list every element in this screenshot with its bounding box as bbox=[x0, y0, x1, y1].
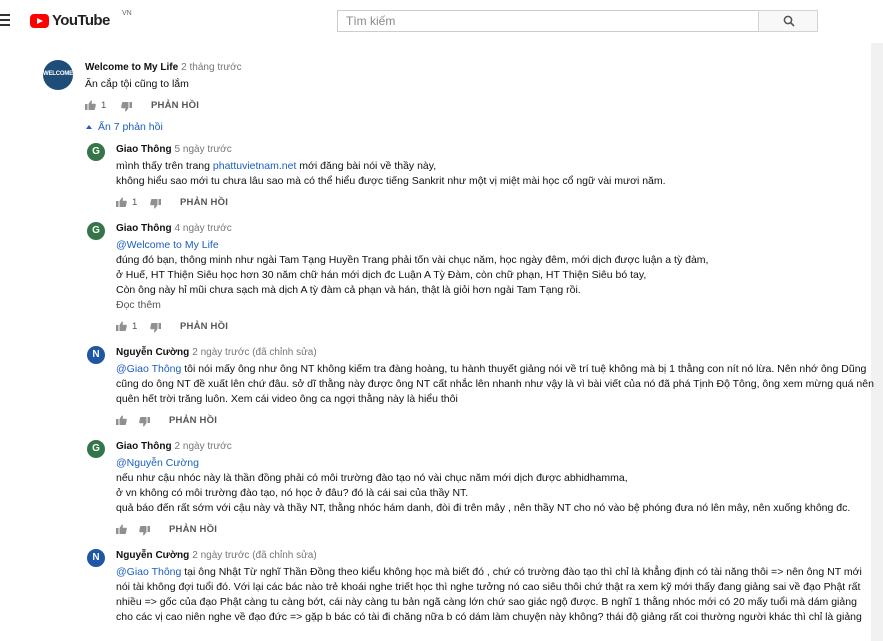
youtube-play-icon bbox=[30, 14, 49, 28]
comment-text: @Welcome to My Life đúng đó bạn, thông m… bbox=[116, 238, 708, 298]
search-button[interactable] bbox=[758, 10, 818, 32]
dislike-icon[interactable] bbox=[150, 199, 161, 209]
comment-header: Giao Thông 5 ngày trước bbox=[116, 144, 232, 155]
author-name[interactable]: Giao Thông bbox=[116, 441, 172, 452]
comment-line: @Giao Thông tôi nói mấy ông như ông NT k… bbox=[116, 363, 867, 375]
author-name[interactable]: Giao Thông bbox=[116, 223, 172, 234]
comment-text: @Giao Thông tôi nói mấy ông như ông NT k… bbox=[116, 362, 874, 407]
comment-text: @Nguyễn Cường nếu như cậu nhóc này là th… bbox=[116, 456, 850, 516]
timestamp[interactable]: 5 ngày trước bbox=[175, 144, 232, 155]
timestamp[interactable]: 4 ngày trước bbox=[175, 223, 232, 234]
comment-line: cũng do ông NT đề xuất lên chứ đâu. sở d… bbox=[116, 378, 874, 390]
chevron-up-icon bbox=[86, 125, 92, 129]
timestamp[interactable]: 2 ngày trước bbox=[175, 441, 232, 452]
comment-actions: PHẢN HỒI bbox=[116, 524, 246, 538]
comment-line: ở Huế, HT Thiện Siêu học hơn 30 năm chữ … bbox=[116, 269, 647, 281]
menu-icon[interactable] bbox=[0, 14, 10, 26]
avatar[interactable]: WELCOME bbox=[43, 60, 73, 90]
comment-line: nói tài không đợi tuổi đó. Với lại các b… bbox=[116, 581, 861, 593]
avatar[interactable]: G bbox=[87, 143, 105, 161]
hide-replies-toggle[interactable]: Ẩn 7 phản hồi bbox=[86, 121, 163, 133]
like-icon[interactable] bbox=[116, 197, 127, 207]
avatar[interactable]: G bbox=[87, 222, 105, 240]
dislike-icon[interactable] bbox=[121, 102, 132, 112]
top-bar: YouTube VN bbox=[0, 0, 883, 43]
comment-line: nếu như cậu nhóc này là thần đồng phải c… bbox=[116, 472, 628, 484]
comment-link[interactable]: phattuvietnam.net bbox=[213, 160, 296, 172]
like-count: 1 bbox=[132, 197, 138, 208]
comment-actions: 1 PHẢN HỒI bbox=[116, 197, 246, 211]
like-count: 1 bbox=[132, 321, 138, 332]
timestamp[interactable]: 2 ngày trước (đã chỉnh sửa) bbox=[192, 347, 316, 358]
like-count: 1 bbox=[101, 100, 107, 111]
reply-button[interactable]: PHẢN HỒI bbox=[151, 100, 199, 111]
search-icon bbox=[783, 15, 795, 27]
comment-line: đúng đó bạn, thông minh như ngài Tam Tạn… bbox=[116, 254, 709, 266]
reply-button[interactable]: PHẢN HỒI bbox=[180, 321, 228, 332]
author-name[interactable]: Nguyễn Cường bbox=[116, 347, 189, 358]
comment-line: Còn ông này hỉ mũi chưa sạch mà dịch A t… bbox=[116, 284, 581, 296]
comment-line: cho các vị cao niên nghe về đạo đức => g… bbox=[116, 611, 862, 623]
comment-header: Nguyễn Cường 2 ngày trước (đã chỉnh sửa) bbox=[116, 550, 317, 561]
search-box bbox=[337, 10, 759, 32]
dislike-icon[interactable] bbox=[139, 417, 150, 427]
like-icon[interactable] bbox=[85, 100, 96, 110]
comment-line: mình thấy trên trang phattuvietnam.net m… bbox=[116, 160, 437, 172]
comment-line: @Giao Thông tại ông Nhật Từ nghĩ Thần Đồ… bbox=[116, 566, 862, 578]
avatar[interactable]: G bbox=[87, 440, 105, 458]
logo-text: YouTube bbox=[52, 12, 110, 29]
reply-button[interactable]: PHẢN HỒI bbox=[180, 197, 228, 208]
scrollbar[interactable] bbox=[871, 43, 883, 641]
comment-text: Ăn cắp tội cũng to lắm bbox=[85, 78, 189, 90]
like-icon[interactable] bbox=[116, 524, 127, 534]
comment-line: quên hết trời trăng luôn. Xem cái video … bbox=[116, 393, 458, 405]
comment-text: @Giao Thông tại ông Nhật Từ nghĩ Thần Đồ… bbox=[116, 565, 862, 625]
comment-line: không hiểu sao mới tu chưa lâu sao mà có… bbox=[116, 175, 666, 187]
dislike-icon[interactable] bbox=[150, 323, 161, 333]
reply-button[interactable]: PHẢN HỒI bbox=[169, 524, 217, 535]
mention-link[interactable]: @Welcome to My Life bbox=[116, 238, 708, 253]
author-name[interactable]: Giao Thông bbox=[116, 144, 172, 155]
hide-replies-label: Ẩn 7 phản hồi bbox=[98, 121, 163, 133]
comment-header: Welcome to My Life 2 tháng trước bbox=[85, 62, 242, 73]
comment-header: Giao Thông 4 ngày trước bbox=[116, 223, 232, 234]
author-name[interactable]: Nguyễn Cường bbox=[116, 550, 189, 561]
author-name[interactable]: Welcome to My Life bbox=[85, 62, 178, 73]
timestamp[interactable]: 2 ngày trước (đã chỉnh sửa) bbox=[192, 550, 316, 561]
comment-actions: 1 PHẢN HỒI bbox=[85, 100, 225, 114]
comment-header: Nguyễn Cường 2 ngày trước (đã chỉnh sửa) bbox=[116, 347, 317, 358]
comment-text: mình thấy trên trang phattuvietnam.net m… bbox=[116, 159, 666, 189]
mention-link[interactable]: @Giao Thông bbox=[116, 566, 181, 578]
timestamp[interactable]: 2 tháng trước bbox=[181, 62, 242, 73]
reply-button[interactable]: PHẢN HỒI bbox=[169, 415, 217, 426]
read-more-link[interactable]: Đọc thêm bbox=[116, 299, 161, 311]
search-input[interactable] bbox=[346, 12, 746, 30]
region-label: VN bbox=[122, 10, 132, 17]
dislike-icon[interactable] bbox=[139, 526, 150, 536]
comment-line: nhiều => gốc của đạo Phật càng tu càng b… bbox=[116, 596, 857, 608]
mention-link[interactable]: @Giao Thông bbox=[116, 363, 181, 375]
avatar[interactable]: N bbox=[87, 549, 105, 567]
comment-header: Giao Thông 2 ngày trước bbox=[116, 441, 232, 452]
avatar[interactable]: N bbox=[87, 346, 105, 364]
comment-actions: PHẢN HỒI bbox=[116, 415, 246, 429]
like-icon[interactable] bbox=[116, 321, 127, 331]
mention-link[interactable]: @Nguyễn Cường bbox=[116, 456, 850, 471]
comment-actions: 1 PHẢN HỒI bbox=[116, 321, 246, 335]
like-icon[interactable] bbox=[116, 415, 127, 425]
comment-line: quả báo đến rất sớm với cậu này và thầy … bbox=[116, 502, 851, 514]
comment-line: ở vn không có môi trường đào tạo, nó học… bbox=[116, 487, 469, 499]
